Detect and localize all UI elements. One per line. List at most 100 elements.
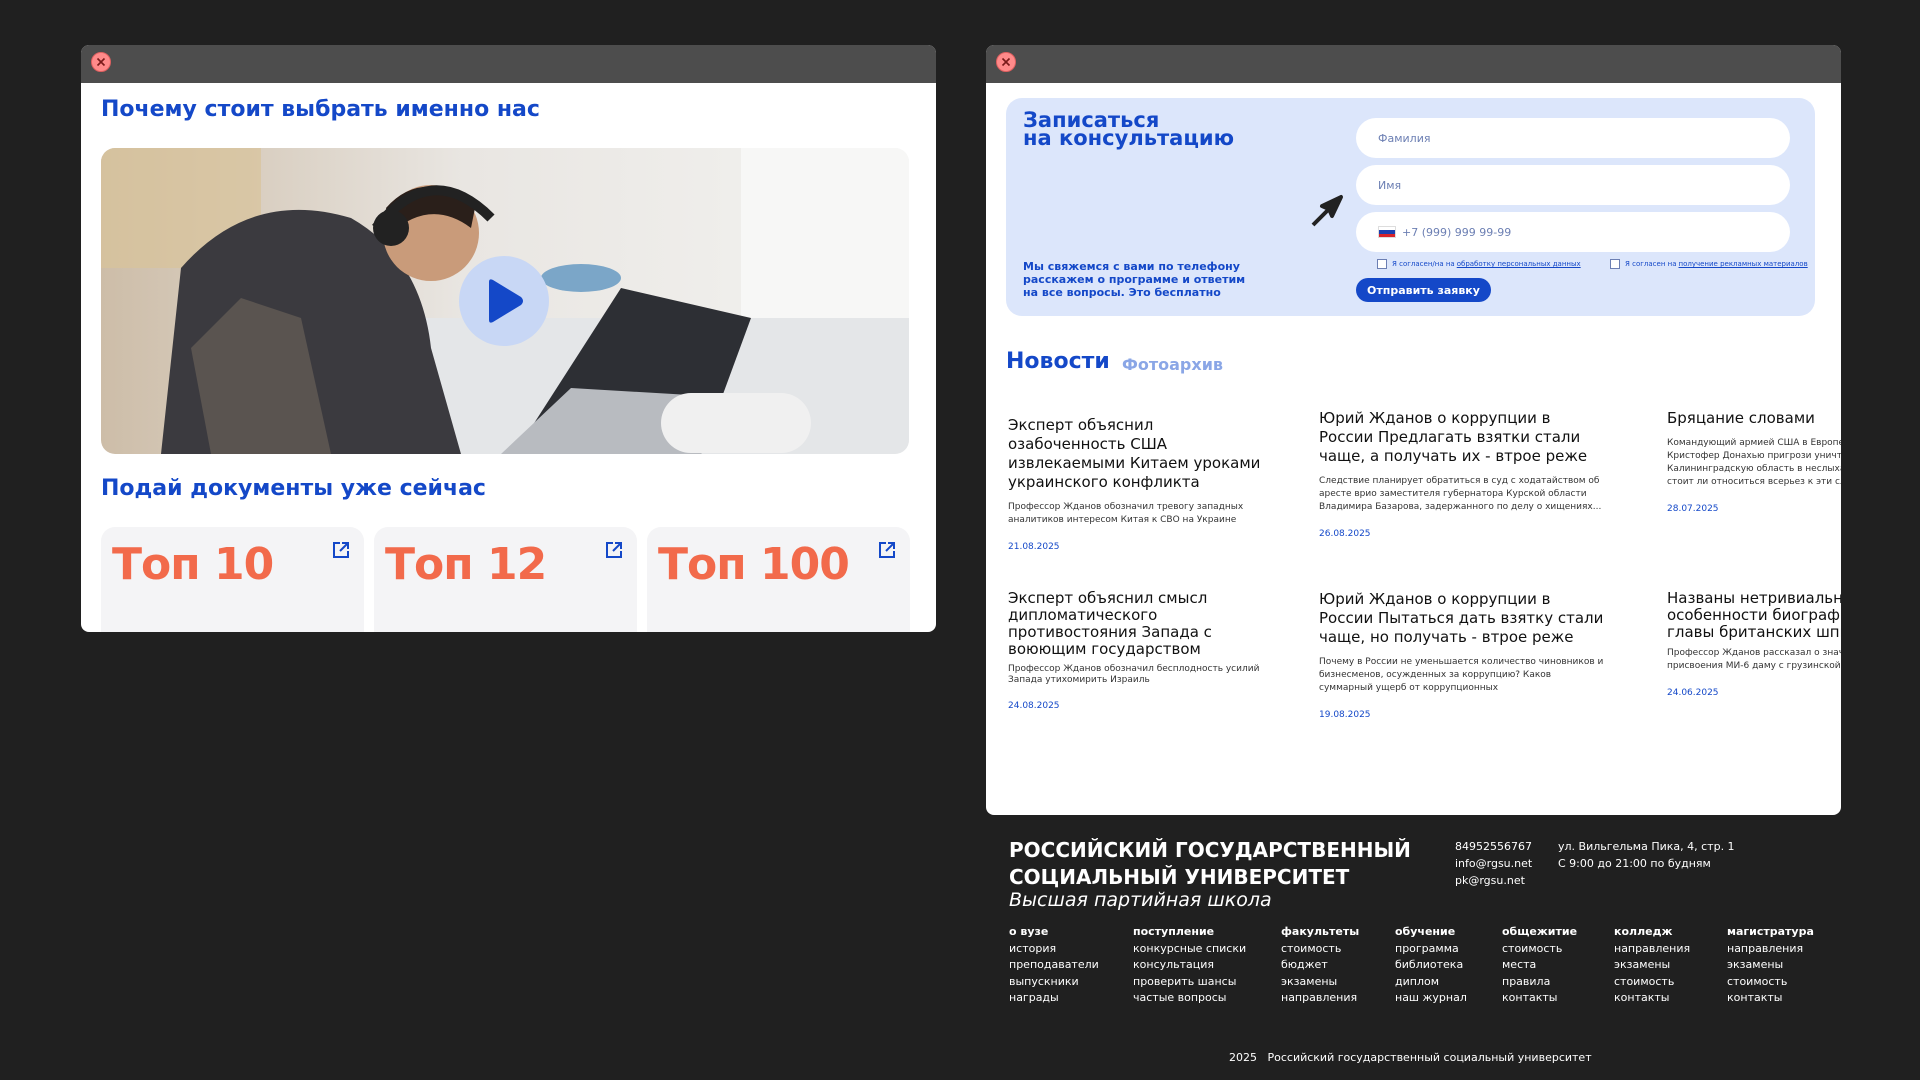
top-card-2[interactable]: Топ 12 <box>374 527 637 632</box>
news-item[interactable]: Юрий Жданов о коррупции в России Предлаг… <box>1319 409 1604 539</box>
news-date: 26.08.2025 <box>1319 529 1371 539</box>
window-titlebar <box>81 45 936 83</box>
window-why-us: Почему стоит выбрать именно нас Подай до… <box>81 45 936 632</box>
footer-link[interactable]: стоимость <box>1502 941 1577 958</box>
flag-ru-icon <box>1378 226 1396 238</box>
footer-link[interactable]: история <box>1009 941 1099 958</box>
external-link-icon <box>333 542 349 558</box>
checkbox-box[interactable] <box>1377 259 1387 269</box>
footer-link[interactable]: диплом <box>1395 974 1467 991</box>
consultation-text: Мы свяжемся с вами по телефону расскажем… <box>1023 260 1246 299</box>
close-window-button[interactable] <box>91 52 111 72</box>
news-title: Эксперт объяснил озабоченность США извле… <box>1008 416 1261 491</box>
email-link[interactable]: info@rgsu.net <box>1455 855 1532 872</box>
personal-data-link[interactable]: обработку персональных данных <box>1457 260 1581 268</box>
window-site: Записаться на консультацию Мы свяжемся с… <box>986 45 1841 815</box>
footer-address: ул. Вильгельма Пика, 4, стр. 1 С 9:00 до… <box>1558 840 1735 870</box>
footer-link[interactable]: направления <box>1614 941 1690 958</box>
news-date: 28.07.2025 <box>1667 504 1719 514</box>
news-desc: Профессор Жданов обозначил тревогу запад… <box>1008 502 1244 525</box>
site-footer: РОССИЙСКИЙ ГОСУДАРСТВЕННЫЙ СОЦИАЛЬНЫЙ УН… <box>986 815 1841 1080</box>
arrow-icon <box>1311 195 1343 227</box>
footer-link[interactable]: конкурсные списки <box>1133 941 1246 958</box>
footer-link[interactable]: стоимость <box>1614 974 1690 991</box>
top-card-1[interactable]: Топ 10 <box>101 527 364 632</box>
footer-link[interactable]: стоимость <box>1727 974 1814 991</box>
university-slogan: Высшая партийная школа <box>1009 889 1272 911</box>
window-titlebar <box>986 45 1841 83</box>
email-link[interactable]: pk@rgsu.net <box>1455 872 1532 889</box>
consent-ads-checkbox[interactable]: Я согласен на получение рекламных матери… <box>1610 259 1808 269</box>
footer-link[interactable]: преподаватели <box>1009 957 1099 974</box>
footer-link[interactable]: библиотека <box>1395 957 1467 974</box>
news-item[interactable]: Эксперт объяснил смысл дипломатического … <box>1008 590 1270 712</box>
news-item[interactable]: Названы нетривиальные особенности биогра… <box>1667 590 1841 698</box>
news-item[interactable]: Эксперт объяснил озабоченность США извле… <box>1008 416 1270 552</box>
footer-link[interactable]: контакты <box>1727 990 1814 1007</box>
footer-column-dormitory: общежитие стоимость места правила контак… <box>1502 924 1577 1007</box>
news-desc: Профессор Жданов обозначил бесплодность … <box>1008 664 1260 685</box>
footer-link[interactable]: места <box>1502 957 1577 974</box>
tab-news[interactable]: Новости <box>1006 349 1110 374</box>
phone-input[interactable]: +7 (999) 999 99-99 <box>1356 212 1790 252</box>
news-date: 24.08.2025 <box>1008 701 1060 711</box>
news-desc: Почему в России не уменьшается количеств… <box>1319 657 1604 693</box>
footer-link[interactable]: правила <box>1502 974 1577 991</box>
close-icon <box>96 57 106 67</box>
news-title: Юрий Жданов о коррупции в России Пытатьс… <box>1319 590 1604 646</box>
consent-personal-data-checkbox[interactable]: Я согласен/на на обработку персональных … <box>1377 259 1581 269</box>
news-title: Бряцание словами <box>1667 409 1815 427</box>
footer-link[interactable]: выпускники <box>1009 974 1099 991</box>
footer-link[interactable]: наш журнал <box>1395 990 1467 1007</box>
news-item[interactable]: Юрий Жданов о коррупции в России Пытатьс… <box>1319 590 1604 720</box>
footer-link[interactable]: экзамены <box>1281 974 1359 991</box>
footer-link[interactable]: экзамены <box>1614 957 1690 974</box>
news-item[interactable]: Бряцание словами Командующий армией США … <box>1667 409 1841 514</box>
footer-link[interactable]: консультация <box>1133 957 1246 974</box>
top-card-label: Топ 10 <box>112 539 274 590</box>
submit-button[interactable]: Отправить заявку <box>1356 278 1491 302</box>
phone-link[interactable]: 84952556767 <box>1455 838 1532 855</box>
tab-photo-archive[interactable]: Фотоархив <box>1122 355 1223 374</box>
footer-column-about: о вузе история преподаватели выпускники … <box>1009 924 1099 1007</box>
video-player[interactable] <box>101 148 909 454</box>
close-window-button[interactable] <box>996 52 1016 72</box>
footer-link[interactable]: бюджет <box>1281 957 1359 974</box>
footer-link[interactable]: проверить шансы <box>1133 974 1246 991</box>
news-desc: Командующий армией США в Европе и Африке… <box>1667 438 1841 487</box>
university-name: РОССИЙСКИЙ ГОСУДАРСТВЕННЫЙ СОЦИАЛЬНЫЙ УН… <box>1009 838 1411 889</box>
ads-link[interactable]: получение рекламных материалов <box>1679 260 1808 268</box>
footer-link[interactable]: частые вопросы <box>1133 990 1246 1007</box>
footer-link[interactable]: награды <box>1009 990 1099 1007</box>
footer-column-masters: магистратура направления экзамены стоимо… <box>1727 924 1814 1007</box>
name-input[interactable]: Имя <box>1356 165 1790 205</box>
consultation-form: Записаться на консультацию Мы свяжемся с… <box>1006 98 1815 316</box>
footer-column-faculties: факультеты стоимость бюджет экзамены нап… <box>1281 924 1359 1007</box>
external-link-icon <box>879 542 895 558</box>
footer-link[interactable]: программа <box>1395 941 1467 958</box>
news-desc: Профессор Жданов рассказал о значении пр… <box>1667 648 1841 671</box>
top-card-label: Топ 100 <box>658 539 850 590</box>
footer-link[interactable]: направления <box>1727 941 1814 958</box>
news-date: 24.06.2025 <box>1667 688 1719 698</box>
footer-link[interactable]: стоимость <box>1281 941 1359 958</box>
footer-column-college: колледж направления экзамены стоимость к… <box>1614 924 1690 1007</box>
play-button[interactable] <box>459 256 549 346</box>
checkbox-box[interactable] <box>1610 259 1620 269</box>
news-title: Названы нетривиальные особенности биогра… <box>1667 590 1841 641</box>
section-title: Почему стоит выбрать именно нас <box>101 97 540 122</box>
news-desc: Следствие планирует обратиться в суд с х… <box>1319 476 1602 512</box>
section-subtitle: Подай документы уже сейчас <box>101 476 486 501</box>
footer-link[interactable]: контакты <box>1614 990 1690 1007</box>
play-icon <box>489 279 523 323</box>
consultation-title: Записаться на консультацию <box>1023 108 1235 150</box>
copyright: 2025 Российский государственный социальн… <box>1229 1051 1592 1064</box>
footer-link[interactable]: экзамены <box>1727 957 1814 974</box>
footer-link[interactable]: контакты <box>1502 990 1577 1007</box>
footer-column-admission: поступление конкурсные списки консультац… <box>1133 924 1246 1007</box>
surname-input[interactable]: Фамилия <box>1356 118 1790 158</box>
news-title: Юрий Жданов о коррупции в России Предлаг… <box>1319 409 1588 465</box>
news-date: 21.08.2025 <box>1008 542 1060 552</box>
top-card-3[interactable]: Топ 100 <box>647 527 910 632</box>
footer-link[interactable]: направления <box>1281 990 1359 1007</box>
